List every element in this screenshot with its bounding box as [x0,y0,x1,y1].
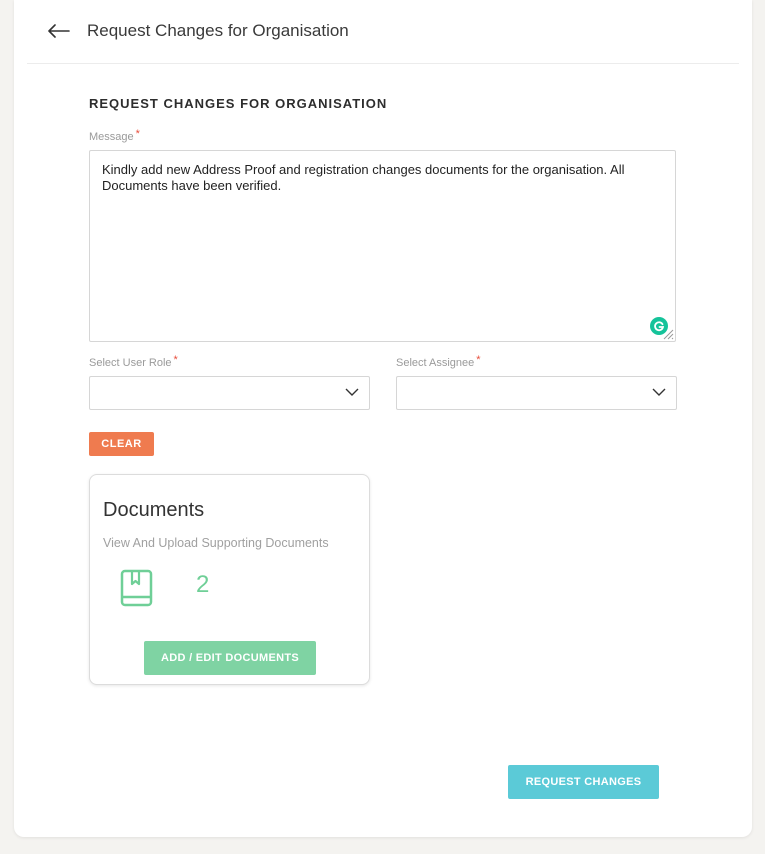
user-role-select[interactable] [89,376,370,410]
add-edit-documents-button[interactable]: ADD / EDIT DOCUMENTS [144,641,316,675]
message-textarea[interactable] [89,150,676,342]
top-bar: Request Changes for Organisation [27,0,739,64]
chevron-down-icon [345,388,359,396]
documents-subtitle: View And Upload Supporting Documents [103,536,329,550]
user-role-label: Select User Role * [89,354,178,369]
required-mark: * [135,128,140,140]
message-label: Message * [89,128,140,143]
documents-title: Documents [103,499,205,521]
back-button[interactable] [45,17,73,45]
message-label-text: Message [89,131,134,143]
required-mark: * [173,354,178,366]
main-card: Request Changes for Organisation REQUEST… [14,0,752,837]
clear-button[interactable]: CLEAR [89,432,154,456]
assignee-label: Select Assignee * [396,354,481,369]
assignee-select[interactable] [396,376,677,410]
documents-card: Documents View And Upload Supporting Doc… [89,474,370,685]
documents-count: 2 [196,571,210,598]
book-icon [120,569,153,607]
required-mark: * [476,354,481,366]
chevron-down-icon [652,388,666,396]
resize-handle-icon[interactable] [662,328,674,340]
section-heading: REQUEST CHANGES FOR ORGANISATION [89,96,388,111]
arrow-left-icon [48,24,70,38]
assignee-label-text: Select Assignee [396,357,475,369]
user-role-label-text: Select User Role [89,357,172,369]
page-title: Request Changes for Organisation [87,21,349,40]
request-changes-button[interactable]: REQUEST CHANGES [508,765,659,799]
